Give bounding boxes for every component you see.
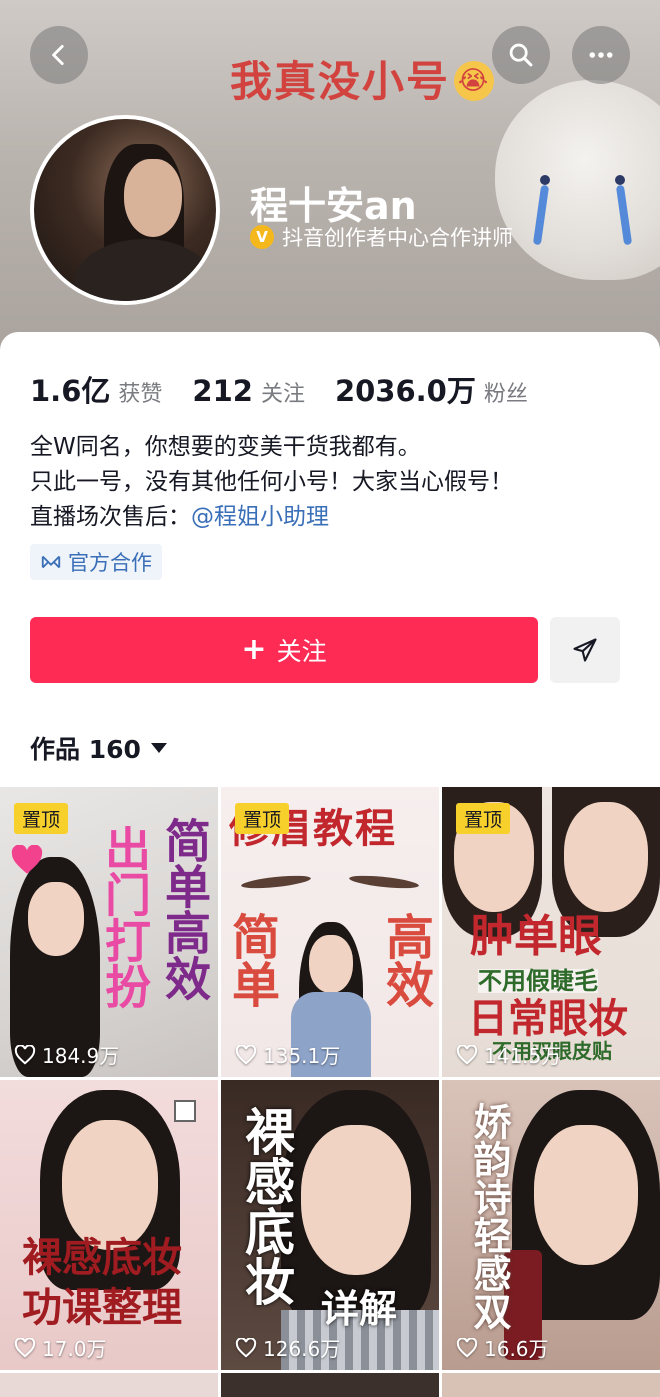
thumb-face [301, 1125, 411, 1275]
heart-icon [235, 1044, 257, 1064]
bio-line: 只此一号，没有其他任何小号！大家当心假号！ [30, 469, 513, 495]
follow-button[interactable]: + 关注 [30, 617, 538, 683]
thumb-caption: 日常眼妆 [468, 996, 628, 1042]
mention-link[interactable]: @程姐小助理 [191, 504, 329, 530]
like-count: 17.0万 [14, 1333, 107, 1362]
video-tile[interactable]: 裸感底妆 功课整理 17.0万 [0, 1080, 218, 1370]
thumb-caption: 简单高效 [158, 817, 212, 1001]
follow-label: 关注 [276, 637, 327, 666]
video-tile[interactable]: 修眉教程 置顶 简单 高效 135.1万 [221, 787, 439, 1077]
like-count-text: 126.6万 [263, 1337, 341, 1361]
bio: 全W同名，你想要的变美干货我都有。 只此一号，没有其他任何小号！大家当心假号！ … [30, 430, 513, 535]
like-count-text: 135.1万 [263, 1044, 341, 1068]
like-count: 16.6万 [456, 1333, 549, 1362]
crying-emoji-icon: 😭 [454, 60, 495, 101]
video-tile-partial[interactable] [221, 1373, 439, 1397]
stats-row: 1.6亿 获赞 212 关注 2036.0万 粉丝 [30, 368, 558, 410]
video-tile[interactable]: 置顶 简单高效 出门打扮 184.9万 [0, 787, 218, 1077]
like-count: 126.6万 [235, 1333, 340, 1362]
stat-label: 粉丝 [483, 382, 528, 407]
banner-title-text: 我真没小号 [230, 57, 451, 106]
heart-icon [456, 1044, 478, 1064]
pinned-badge: 置顶 [456, 803, 511, 834]
search-icon [509, 43, 533, 67]
thumb-caption: 不用假睫毛 [478, 967, 598, 995]
stat-followers[interactable]: 2036.0万 粉丝 [335, 368, 528, 410]
stat-label: 获赞 [118, 382, 163, 407]
thumb-caption: 娇韵诗轻感双 [467, 1102, 511, 1330]
banner-mascot [495, 80, 660, 280]
checkbox-sticker-icon [174, 1100, 196, 1122]
mascot-eye [540, 175, 550, 185]
thumb-face [534, 1125, 638, 1265]
stat-number: 2036.0万 [334, 374, 476, 408]
thumb-caption: 简单 [223, 912, 279, 1008]
mascot-eye [615, 175, 625, 185]
like-count-text: 184.9万 [42, 1044, 120, 1068]
stat-likes: 1.6亿 获赞 [30, 368, 162, 410]
heart-icon [14, 1044, 36, 1064]
bio-prefix: 直播场次售后： [30, 504, 191, 530]
like-count: 141.5万 [456, 1040, 561, 1069]
like-count-text: 16.6万 [484, 1337, 549, 1361]
video-tile-partial[interactable] [0, 1373, 218, 1397]
avatar-body [74, 239, 214, 301]
plus-icon: + [241, 632, 267, 667]
thumb-face [564, 802, 648, 912]
stat-following[interactable]: 212 关注 [192, 374, 305, 408]
thumb-caption: 高效 [377, 912, 433, 1008]
avatar[interactable] [30, 115, 220, 305]
banner-title: 我真没小号 😭 [230, 48, 495, 109]
video-tile[interactable]: 置顶 肿单眼 不用假睫毛 日常眼妆 不用双眼皮贴 141.5万 [442, 787, 660, 1077]
chevron-left-icon [52, 44, 64, 66]
bio-line: 全W同名，你想要的变美干货我都有。 [30, 434, 421, 460]
thumb-face [28, 882, 84, 956]
profile-banner: 我真没小号 😭 程十安an V 抖音创作者中心合作讲师 [0, 0, 660, 360]
avatar-face [124, 159, 182, 237]
mascot-tear [532, 184, 550, 246]
video-tile[interactable]: 裸感底妆 详解 126.6万 [221, 1080, 439, 1370]
stat-number: 1.6亿 [30, 374, 111, 408]
pinned-badge: 置顶 [235, 803, 290, 834]
thumb-caption: 出门打扮 [98, 825, 152, 1009]
more-button[interactable] [572, 26, 630, 84]
thumb-caption: 裸感底妆 [237, 1106, 295, 1306]
heart-icon [456, 1337, 478, 1357]
video-tile[interactable]: 娇韵诗轻感双 16.6万 [442, 1080, 660, 1370]
search-button[interactable] [492, 26, 550, 84]
official-cooperation-tag[interactable]: 官方合作 [30, 544, 162, 580]
thumb-caption: 肿单眼 [470, 911, 602, 962]
verification-text: 抖音创作者中心合作讲师 [282, 226, 513, 250]
more-icon [589, 52, 613, 58]
stat-label: 关注 [260, 382, 305, 407]
back-button[interactable] [30, 26, 88, 84]
like-count-text: 17.0万 [42, 1337, 107, 1361]
video-tile-partial[interactable] [442, 1373, 660, 1397]
works-label: 作品 160 [30, 735, 141, 764]
mascot-tear [615, 184, 633, 246]
official-tag-label: 官方合作 [68, 551, 152, 575]
send-icon [573, 638, 597, 662]
stat-number: 212 [192, 374, 253, 408]
handshake-icon [41, 555, 61, 569]
like-count: 184.9万 [14, 1040, 119, 1069]
thumb-caption: 裸感底妆 [22, 1235, 182, 1281]
verified-badge-icon: V [250, 225, 274, 249]
like-count: 135.1万 [235, 1040, 340, 1069]
like-count-text: 141.5万 [484, 1044, 562, 1068]
thumb-caption: 功课整理 [22, 1285, 182, 1331]
thumb-face [62, 1120, 158, 1250]
pinned-badge: 置顶 [14, 803, 69, 834]
bio-line: 直播场次售后：@程姐小助理 [30, 500, 513, 535]
heart-sticker-icon [11, 845, 43, 874]
heart-icon [14, 1337, 36, 1357]
works-tab[interactable]: 作品 160 [30, 730, 167, 766]
message-button[interactable] [550, 617, 620, 683]
caret-down-icon [150, 743, 167, 753]
verification-row: V 抖音创作者中心合作讲师 [250, 222, 513, 252]
thumb-face [309, 935, 353, 993]
heart-icon [235, 1337, 257, 1357]
thumb-caption: 详解 [321, 1287, 398, 1331]
